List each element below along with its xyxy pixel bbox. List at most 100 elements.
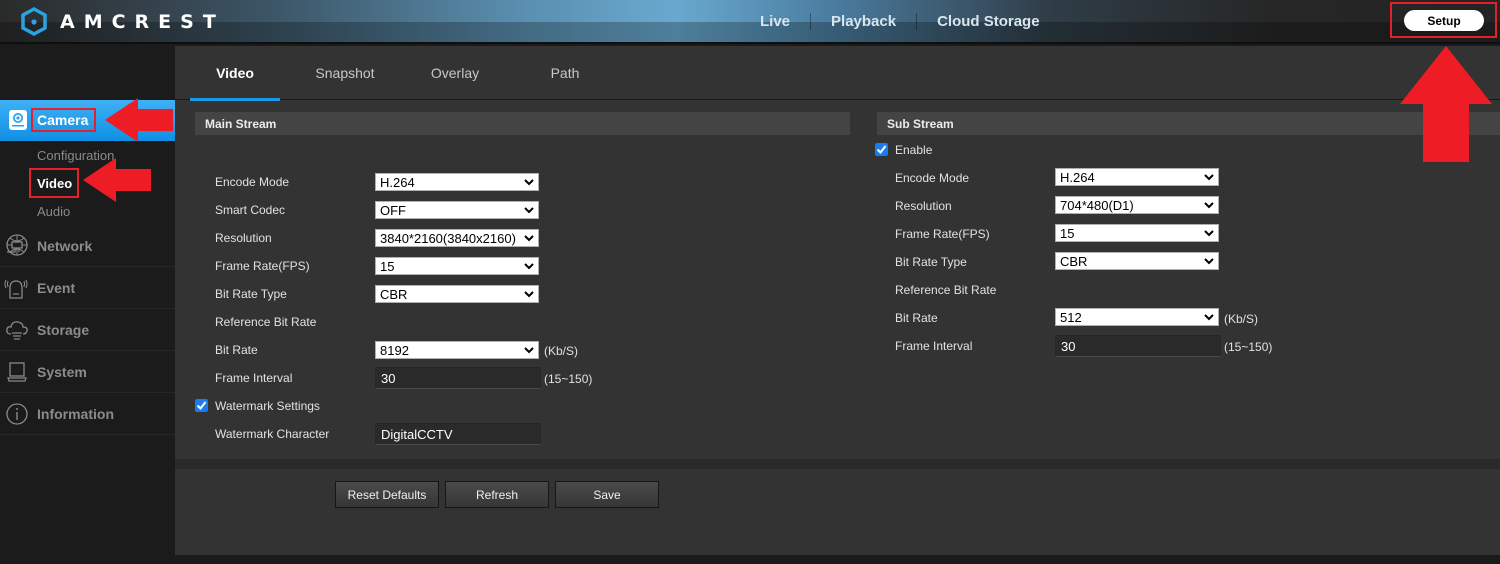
- main-smart-codec-value: OFF: [380, 202, 406, 218]
- main-smart-codec-label: Smart Codec: [215, 203, 286, 217]
- sub-encode-mode-value: H.264: [1060, 169, 1095, 185]
- amcrest-logo-icon: [21, 7, 47, 36]
- section-divider: [175, 459, 1500, 469]
- chevron-down-icon: [1204, 174, 1214, 181]
- tab-path[interactable]: Path: [520, 46, 610, 100]
- sub-bit-rate-type-label: Bit Rate Type: [895, 255, 967, 269]
- main-encode-mode-value: H.264: [380, 174, 415, 190]
- main-encode-mode-select[interactable]: H.264: [375, 173, 539, 191]
- chevron-down-icon: [524, 347, 534, 354]
- chevron-down-icon: [1204, 258, 1214, 265]
- amcrest-web-ui: AMCREST Live Playback Cloud Storage Setu…: [0, 0, 1500, 564]
- sub-bit-rate-unit: (Kb/S): [1224, 312, 1259, 326]
- info-icon: [6, 403, 28, 425]
- chevron-down-icon: [524, 263, 534, 270]
- watermark-settings-checkbox[interactable]: [195, 399, 208, 412]
- main-frame-rate-select[interactable]: 15: [375, 257, 539, 275]
- sidebar-label-storage: Storage: [37, 321, 90, 338]
- tab-video[interactable]: Video: [190, 46, 280, 101]
- chevron-down-icon: [1204, 202, 1214, 209]
- checkmark-icon: [196, 401, 207, 411]
- camera-icon: [9, 110, 27, 130]
- sub-stream-enable-label: Enable: [895, 143, 933, 157]
- save-button[interactable]: Save: [555, 481, 659, 508]
- sidebar-label-network: Network: [37, 237, 93, 254]
- sidebar-item-camera[interactable]: Camera: [0, 100, 183, 141]
- laptop-icon: [7, 362, 27, 382]
- sidebar-label-camera: Camera: [37, 112, 89, 128]
- chevron-down-icon: [1204, 314, 1214, 321]
- sub-bit-rate-value: 512: [1060, 309, 1082, 325]
- sub-frame-rate-select[interactable]: 15: [1055, 224, 1219, 242]
- main-bit-rate-select[interactable]: 8192: [375, 341, 539, 359]
- sidebar-item-event[interactable]: Event: [0, 267, 175, 309]
- top-nav: Live Playback Cloud Storage: [740, 0, 1060, 42]
- checkmark-icon: [876, 145, 887, 155]
- main-bit-rate-type-select[interactable]: CBR: [375, 285, 539, 303]
- top-bar: AMCREST Live Playback Cloud Storage Setu…: [0, 0, 1500, 44]
- tab-overlay[interactable]: Overlay: [410, 46, 500, 100]
- watermark-character-input[interactable]: DigitalCCTV: [375, 423, 541, 445]
- main-bit-rate-label: Bit Rate: [215, 343, 258, 357]
- chevron-down-icon: [524, 179, 534, 186]
- tab-snapshot[interactable]: Snapshot: [295, 46, 395, 100]
- sidebar-subitem-video[interactable]: Video: [37, 176, 72, 191]
- logo: AMCREST: [20, 7, 225, 37]
- main-bit-rate-type-label: Bit Rate Type: [215, 287, 287, 301]
- network-icon: [6, 234, 28, 256]
- main-smart-codec-select[interactable]: OFF: [375, 201, 539, 219]
- main-frame-rate-label: Frame Rate(FPS): [215, 259, 310, 273]
- sub-resolution-label: Resolution: [895, 199, 952, 213]
- main-resolution-value: 3840*2160(3840x2160): [380, 230, 516, 246]
- sub-encode-mode-select[interactable]: H.264: [1055, 168, 1219, 186]
- chevron-down-icon: [524, 291, 534, 298]
- sub-bit-rate-select[interactable]: 512: [1055, 308, 1219, 326]
- sub-stream-enable-checkbox[interactable]: [875, 143, 888, 156]
- nav-live[interactable]: Live: [740, 13, 810, 30]
- sub-frame-interval-input[interactable]: 30: [1055, 335, 1221, 357]
- watermark-settings-label: Watermark Settings: [215, 399, 320, 413]
- brand-name: AMCREST: [60, 11, 225, 33]
- main-encode-mode-label: Encode Mode: [215, 175, 290, 189]
- main-bit-rate-value: 8192: [380, 342, 409, 358]
- main-bit-rate-type-value: CBR: [380, 286, 408, 302]
- sidebar-item-system[interactable]: System: [0, 351, 175, 393]
- sidebar-subitem-audio[interactable]: Audio: [37, 204, 70, 219]
- sidebar-label-event: Event: [37, 279, 76, 296]
- setup-button[interactable]: Setup: [1404, 10, 1484, 31]
- main-reference-bit-rate-label: Reference Bit Rate: [215, 315, 317, 329]
- main-bit-rate-unit: (Kb/S): [544, 344, 579, 358]
- main-resolution-select[interactable]: 3840*2160(3840x2160): [375, 229, 539, 247]
- refresh-button[interactable]: Refresh: [445, 481, 549, 508]
- main-panel: Video Snapshot Overlay Path Main Stream …: [175, 46, 1500, 555]
- chevron-down-icon: [524, 235, 534, 242]
- nav-cloud-storage[interactable]: Cloud Storage: [916, 12, 1060, 30]
- reset-defaults-button[interactable]: Reset Defaults: [335, 481, 439, 508]
- main-frame-interval-label: Frame Interval: [215, 371, 293, 385]
- tab-bar: Video Snapshot Overlay Path: [175, 46, 1500, 101]
- main-frame-interval-input[interactable]: 30: [375, 367, 541, 389]
- main-stream-header: Main Stream: [195, 112, 850, 135]
- sub-bit-rate-type-value: CBR: [1060, 253, 1088, 269]
- sub-encode-mode-label: Encode Mode: [895, 171, 970, 185]
- sub-frame-rate-label: Frame Rate(FPS): [895, 227, 990, 241]
- sidebar-item-network[interactable]: Network: [0, 225, 175, 267]
- sub-frame-interval-range: (15~150): [1224, 340, 1273, 354]
- cloud-storage-icon: [6, 321, 28, 340]
- sidebar: Camera Configuration Video Audio Network…: [0, 46, 183, 564]
- sub-resolution-select[interactable]: 704*480(D1): [1055, 196, 1219, 214]
- sidebar-subitem-configuration[interactable]: Configuration: [37, 148, 114, 163]
- chevron-down-icon: [524, 207, 534, 214]
- sub-bit-rate-type-select[interactable]: CBR: [1055, 252, 1219, 270]
- sub-frame-rate-value: 15: [1060, 225, 1075, 241]
- nav-playback[interactable]: Playback: [810, 12, 916, 30]
- main-frame-interval-range: (15~150): [544, 372, 593, 386]
- main-resolution-label: Resolution: [215, 231, 272, 245]
- watermark-character-label: Watermark Character: [215, 427, 330, 441]
- alarm-icon: [4, 279, 28, 299]
- sub-resolution-value: 704*480(D1): [1060, 197, 1134, 213]
- sub-frame-interval-label: Frame Interval: [895, 339, 973, 353]
- sidebar-item-information[interactable]: Information: [0, 393, 175, 435]
- sidebar-label-information: Information: [37, 405, 114, 422]
- sidebar-item-storage[interactable]: Storage: [0, 309, 175, 351]
